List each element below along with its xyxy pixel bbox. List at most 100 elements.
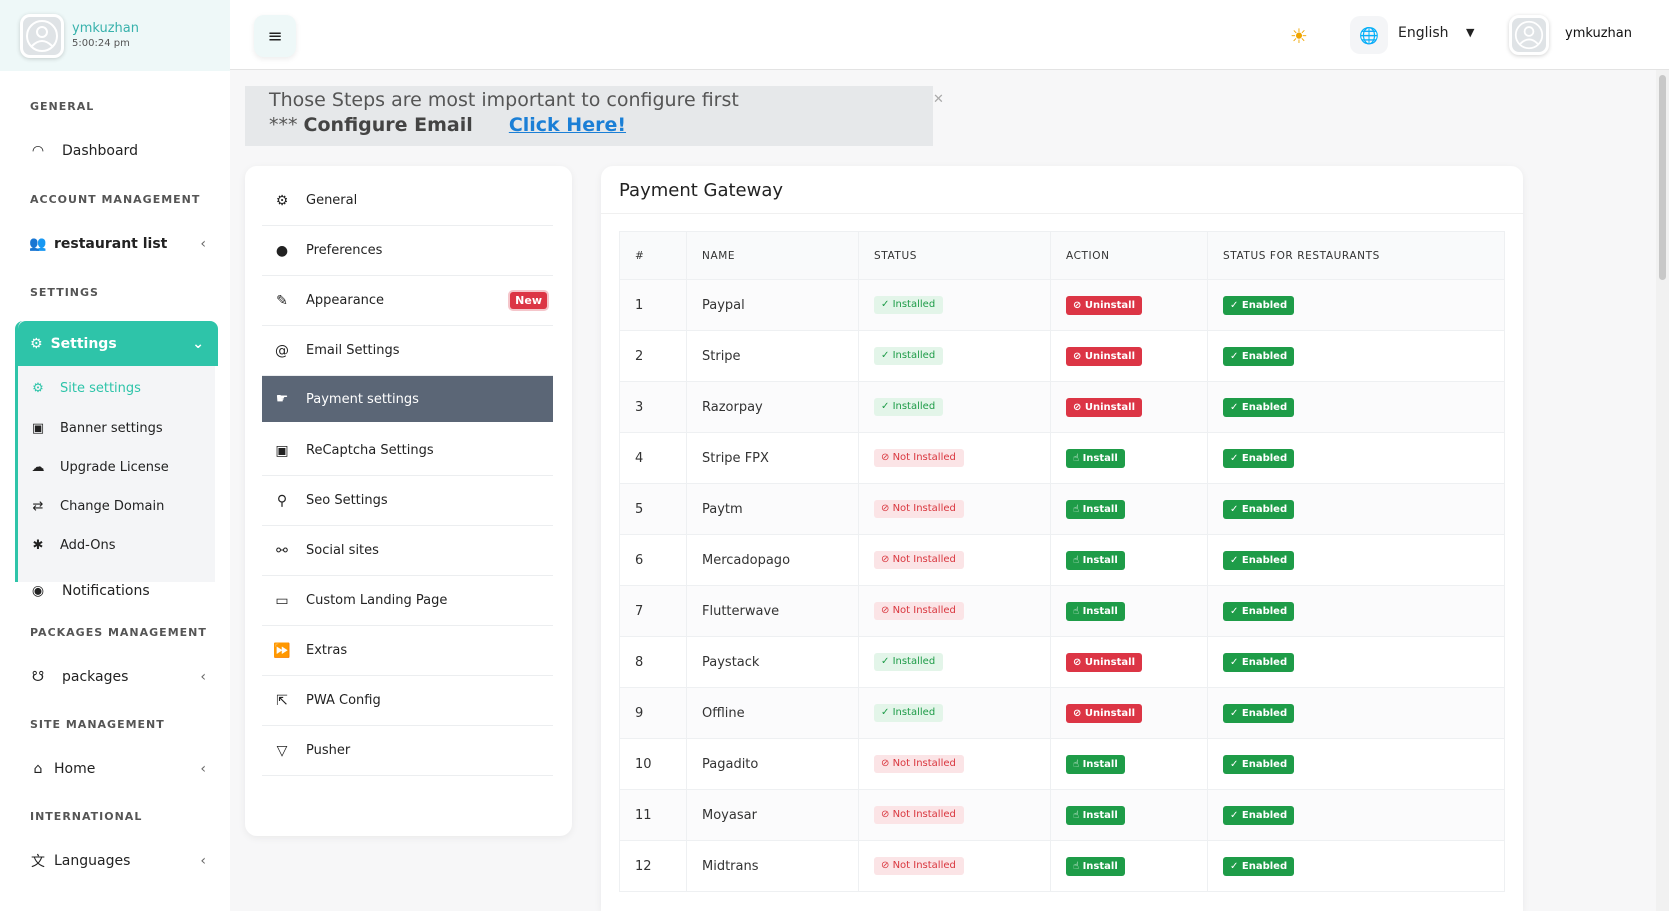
enabled-button[interactable]: ✓ Enabled — [1223, 856, 1295, 876]
status-badge: ⊘ Not Installed — [874, 551, 964, 569]
menu-toggle-button[interactable]: ≡ — [254, 15, 296, 57]
action-label: Install — [1082, 503, 1118, 515]
package-icon: ☋ — [31, 669, 45, 685]
uninstall-button[interactable]: ⊘ Uninstall — [1066, 346, 1142, 366]
avatar[interactable] — [20, 13, 64, 58]
close-icon[interactable]: ✕ — [933, 92, 944, 107]
chevron-left-icon: ‹ — [200, 853, 206, 869]
gauge-icon: ◠ — [31, 143, 45, 159]
at-icon: @ — [275, 342, 289, 359]
sidebar-item-restaurant-list[interactable]: 👥 restaurant list ‹ — [26, 232, 206, 256]
sidebar-subitem-site-settings[interactable]: ⚙ Site settings — [28, 377, 208, 399]
row-number: 7 — [619, 585, 687, 637]
install-button[interactable]: ☝ Install — [1066, 448, 1125, 468]
top-avatar[interactable] — [1509, 15, 1549, 55]
enabled-button[interactable]: ✓ Enabled — [1223, 652, 1295, 672]
restaurant-status-cell: ✓ Enabled — [1207, 789, 1505, 841]
menu-item-email-settings[interactable]: @ Email Settings — [262, 326, 553, 376]
check-icon: ✓ — [1230, 860, 1242, 872]
hand-icon: ☝ — [1073, 758, 1083, 770]
menu-item-recaptcha-settings[interactable]: ▣ ReCaptcha Settings — [262, 426, 553, 476]
hand-icon: ☝ — [1073, 605, 1083, 617]
menu-item-extras[interactable]: ⏩ Extras — [262, 626, 553, 676]
caret-down-icon[interactable]: ▼ — [1466, 26, 1474, 39]
install-button[interactable]: ☝ Install — [1066, 499, 1125, 519]
sidebar-subitem-label: Banner settings — [60, 420, 163, 436]
enabled-button[interactable]: ✓ Enabled — [1223, 448, 1295, 468]
row-number: 5 — [619, 483, 687, 535]
install-button[interactable]: ☝ Install — [1066, 550, 1125, 570]
enabled-button[interactable]: ✓ Enabled — [1223, 754, 1295, 774]
enabled-button[interactable]: ✓ Enabled — [1223, 703, 1295, 723]
sidebar-item-dashboard[interactable]: ◠ Dashboard — [26, 139, 206, 163]
user-avatar-icon — [1514, 20, 1544, 50]
notice-text: Those Steps are most important to config… — [269, 89, 739, 111]
top-username[interactable]: ymkuzhan — [1565, 26, 1632, 41]
menu-item-payment-settings[interactable]: ☛ Payment settings — [262, 376, 553, 422]
check-icon: ✓ — [881, 707, 893, 718]
enabled-button[interactable]: ✓ Enabled — [1223, 397, 1295, 417]
language-selector[interactable]: English — [1398, 25, 1449, 41]
menu-item-social-sites[interactable]: ⚯ Social sites — [262, 526, 553, 576]
sidebar-subitem-label: Upgrade License — [60, 459, 169, 475]
install-button[interactable]: ☝ Install — [1066, 754, 1125, 774]
status-badge: ⊘ Not Installed — [874, 602, 964, 620]
uninstall-button[interactable]: ⊘ Uninstall — [1066, 703, 1142, 723]
sidebar-subitem-upgrade-license[interactable]: ☁ Upgrade License — [28, 456, 208, 478]
check-icon: ✓ — [881, 350, 893, 361]
enabled-button[interactable]: ✓ Enabled — [1223, 601, 1295, 621]
menu-item-label: ReCaptcha Settings — [306, 443, 434, 458]
uninstall-button[interactable]: ⊘ Uninstall — [1066, 295, 1142, 315]
sidebar-item-settings[interactable]: ⚙ Settings ⌄ — [18, 321, 218, 366]
new-badge: New — [510, 292, 547, 309]
section-settings: SETTINGS — [30, 286, 99, 299]
uninstall-button[interactable]: ⊘ Uninstall — [1066, 652, 1142, 672]
gear-icon: ⚙ — [32, 380, 44, 396]
install-button[interactable]: ☝ Install — [1066, 805, 1125, 825]
sidebar-item-languages[interactable]: 文 Languages ‹ — [26, 849, 206, 873]
gateway-name: Razorpay — [686, 381, 859, 433]
menu-item-pwa-config[interactable]: ⇱ PWA Config — [262, 676, 553, 726]
menu-item-pusher[interactable]: ▽ Pusher — [262, 726, 553, 776]
restaurant-status-label: Enabled — [1241, 809, 1288, 821]
menu-item-custom-landing-page[interactable]: ▭ Custom Landing Page — [262, 576, 553, 626]
gateway-name: Stripe — [686, 330, 859, 382]
enabled-button[interactable]: ✓ Enabled — [1223, 550, 1295, 570]
action-cell: ☝ Install — [1050, 789, 1208, 841]
sidebar-subitem-change-domain[interactable]: ⇄ Change Domain — [28, 495, 208, 517]
table-row: 2 Stripe ✓ Installed ⊘ Uninstall ✓ Enabled — [619, 330, 1505, 382]
globe-icon[interactable]: 🌐 — [1350, 16, 1388, 54]
menu-item-preferences[interactable]: ● Preferences — [262, 226, 553, 276]
sidebar-subitem-banner-settings[interactable]: ▣ Banner settings — [28, 417, 208, 439]
sidebar-subitem-add-ons[interactable]: ✱ Add-Ons — [28, 534, 208, 556]
config-notice: Those Steps are most important to config… — [245, 86, 933, 146]
menu-item-seo-settings[interactable]: ⚲ Seo Settings — [262, 476, 553, 526]
status-cell: ⊘ Not Installed — [858, 840, 1051, 892]
action-cell: ☝ Install — [1050, 483, 1208, 535]
notice-click-here-link[interactable]: Click Here! — [509, 114, 626, 136]
sidebar-item-packages[interactable]: ☋ packages ‹ — [26, 665, 206, 689]
enabled-button[interactable]: ✓ Enabled — [1223, 346, 1295, 366]
enabled-button[interactable]: ✓ Enabled — [1223, 499, 1295, 519]
install-button[interactable]: ☝ Install — [1066, 856, 1125, 876]
check-icon: ✓ — [881, 656, 893, 667]
theme-toggle-sun-icon[interactable]: ☀ — [1290, 24, 1308, 48]
payment-gateway-table: # NAME STATUS ACTION STATUS FOR RESTAURA… — [619, 231, 1505, 892]
image-icon: ▣ — [31, 420, 45, 436]
sidebar-item-notifications[interactable]: ◉ Notifications — [26, 579, 206, 603]
row-number: 10 — [619, 738, 687, 790]
enabled-button[interactable]: ✓ Enabled — [1223, 805, 1295, 825]
ban-icon: ⊘ — [881, 503, 893, 514]
sidebar-item-home[interactable]: ⌂ Home ‹ — [26, 757, 206, 781]
gears-icon: ⚙ — [30, 335, 43, 352]
status-badge: ⊘ Not Installed — [874, 806, 964, 824]
check-icon: ✓ — [1230, 656, 1242, 668]
menu-item-appearance[interactable]: ✎ Appearance New — [262, 276, 553, 326]
scrollbar-thumb[interactable] — [1659, 75, 1666, 280]
payment-gateway-rows: 1 Paypal ✓ Installed ⊘ Uninstall ✓ Enabled 2 S… — [619, 279, 1505, 892]
action-cell: ☝ Install — [1050, 585, 1208, 637]
install-button[interactable]: ☝ Install — [1066, 601, 1125, 621]
uninstall-button[interactable]: ⊘ Uninstall — [1066, 397, 1142, 417]
enabled-button[interactable]: ✓ Enabled — [1223, 295, 1295, 315]
menu-item-general[interactable]: ⚙ General — [262, 176, 553, 226]
